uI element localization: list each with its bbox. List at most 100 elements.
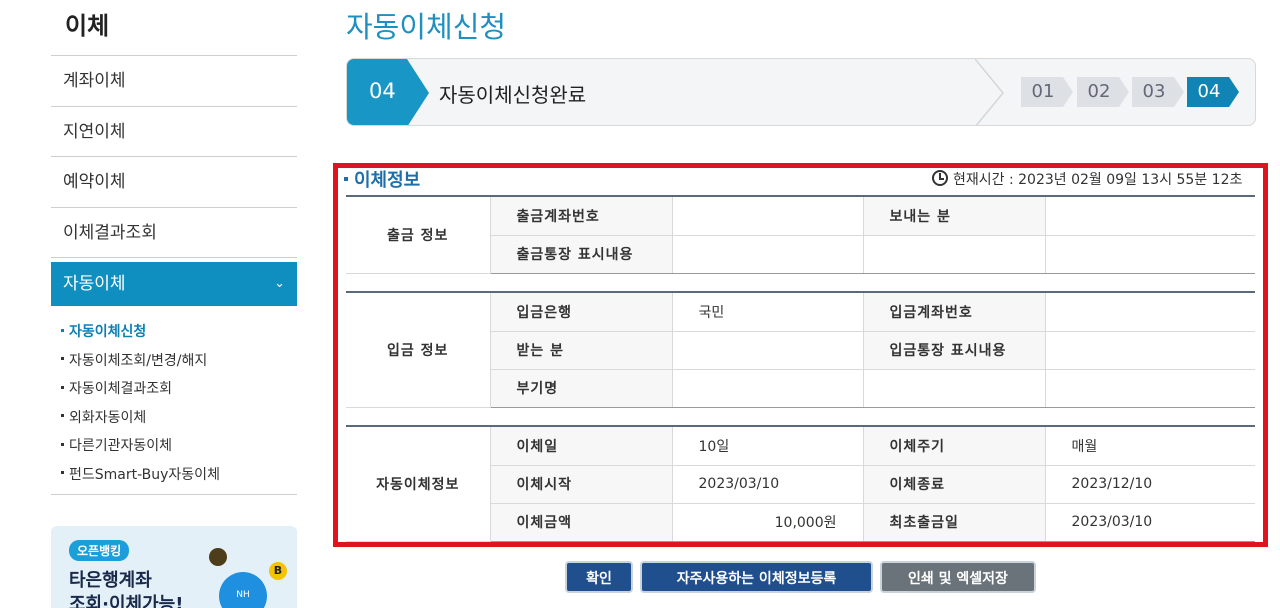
bullet-icon [344, 177, 348, 181]
withdraw-memo-label: 출금통장 표시내용 [490, 235, 673, 274]
sidebar-item-delayed-transfer[interactable]: 지연이체 [51, 107, 297, 157]
deposit-bank-label: 입금은행 [490, 293, 673, 332]
sidebar: 이체 계좌이체 지연이체 예약이체 이체결과조회 자동이체 ⌄ 자동이체신청 자… [51, 0, 297, 608]
clock-icon [932, 170, 948, 186]
transfer-end-value: 2023/12/10 [1045, 465, 1255, 504]
nh-logo-icon: NH [219, 572, 267, 608]
submenu-item-auto-transfer-apply[interactable]: 자동이체신청 [51, 318, 297, 347]
sender-value [1045, 197, 1255, 236]
sidebar-submenu: 자동이체신청 자동이체조회/변경/해지 자동이체결과조회 외화자동이체 다른기관… [51, 318, 297, 489]
withdraw-info-table: 출금 정보 출금계좌번호 보내는 분 출금통장 표시내용 [346, 197, 1255, 274]
current-time-text: 현재시간 : 2023년 02월 09일 13시 55분 12초 [953, 172, 1243, 188]
withdraw-group-label: 출금 정보 [346, 197, 491, 274]
confirm-button[interactable]: 확인 [565, 561, 633, 593]
deposit-account-value [1045, 293, 1255, 332]
current-time: 현재시간 : 2023년 02월 09일 13시 55분 12초 [932, 169, 1242, 189]
auto-transfer-info-table: 자동이체정보 이체일 10일 이체주기 매월 이체시작 2023/03/10 이… [346, 427, 1255, 542]
transfer-cycle-value: 매월 [1045, 427, 1255, 466]
table-row: 자동이체정보 이체일 10일 이체주기 매월 [346, 427, 1255, 542]
submenu-label: 외화자동이체 [69, 409, 147, 426]
transfer-day-label: 이체일 [490, 427, 673, 466]
step-indicator: 04 자동이체신청완료 01 02 03 04 [346, 58, 1256, 126]
step-chip-label: 04 [1197, 81, 1221, 102]
divider [51, 494, 297, 495]
deposit-memo-value [1045, 331, 1255, 370]
sender-label: 보내는 분 [863, 197, 1046, 236]
extra-name-label: 부기명 [490, 369, 673, 408]
submenu-label: 자동이체결과조회 [69, 381, 173, 397]
table-row: 입금 정보 입금은행 국민 입금계좌번호 [346, 293, 1255, 408]
step-chip-label: 03 [1142, 81, 1166, 102]
submenu-item-fx-auto-transfer[interactable]: 외화자동이체 [51, 404, 297, 433]
withdraw-account-value [672, 197, 864, 236]
empty-cell [1045, 369, 1255, 408]
extra-name-value [672, 369, 864, 408]
coin-icon [209, 548, 227, 566]
banner-badge: 오픈뱅킹 [69, 540, 130, 561]
sidebar-menu: 계좌이체 지연이체 예약이체 이체결과조회 자동이체 ⌄ [51, 56, 297, 306]
step-chip-04: 04 [1187, 77, 1239, 107]
transfer-amount-label: 이체금액 [490, 503, 673, 542]
transfer-amount-value: 10,000원 [672, 503, 864, 542]
bullet-icon [61, 414, 64, 417]
page-title: 자동이체신청 [346, 10, 507, 44]
coin-b-icon: B [269, 562, 287, 580]
sidebar-title: 이체 [65, 12, 110, 40]
step-separator-icon [975, 59, 1004, 125]
chevron-down-icon: ⌄ [274, 276, 285, 291]
transfer-start-value: 2023/03/10 [672, 465, 864, 504]
step-chip-label: 02 [1087, 81, 1111, 102]
receiver-label: 받는 분 [490, 331, 673, 370]
step-chip-label: 01 [1031, 81, 1055, 102]
transfer-day-value: 10일 [672, 427, 864, 466]
auto-group-label: 자동이체정보 [346, 427, 491, 542]
step-chip-02: 02 [1077, 77, 1129, 107]
bullet-icon [61, 442, 64, 446]
empty-cell [1045, 235, 1255, 274]
withdraw-account-label: 출금계좌번호 [490, 197, 673, 236]
withdraw-memo-value [672, 235, 864, 274]
deposit-info-table: 입금 정보 입금은행 국민 입금계좌번호 받는 분 입금통장 표시내용 부기명 [346, 293, 1255, 408]
step-chip-03: 03 [1132, 77, 1184, 107]
receiver-value [672, 331, 864, 370]
section-title-label: 이체정보 [354, 170, 421, 191]
deposit-bank-value: 국민 [672, 293, 864, 332]
bullet-icon [61, 385, 64, 389]
section-title: 이체정보 [344, 166, 420, 192]
transfer-cycle-label: 이체주기 [863, 427, 1046, 466]
deposit-memo-label: 입금통장 표시내용 [863, 331, 1046, 370]
deposit-account-label: 입금계좌번호 [863, 293, 1046, 332]
deposit-group-label: 입금 정보 [346, 293, 491, 408]
submenu-label: 자동이체조회/변경/해지 [69, 352, 208, 369]
bullet-icon [61, 357, 64, 360]
sidebar-item-scheduled-transfer[interactable]: 예약이체 [51, 157, 297, 208]
bullet-icon [61, 328, 64, 332]
current-step-number: 04 [369, 79, 396, 103]
submenu-item-auto-transfer-results[interactable]: 자동이체결과조회 [51, 375, 297, 404]
first-withdraw-value: 2023/03/10 [1045, 503, 1255, 542]
submenu-item-fund-smart-buy[interactable]: 펀드Smart-Buy자동이체 [51, 461, 297, 490]
submenu-item-auto-transfer-manage[interactable]: 자동이체조회/변경/해지 [51, 347, 297, 376]
transfer-start-label: 이체시작 [490, 465, 673, 504]
bullet-icon [61, 471, 64, 474]
sidebar-item-transfer-results[interactable]: 이체결과조회 [51, 208, 297, 258]
sidebar-item-account-transfer[interactable]: 계좌이체 [51, 56, 297, 107]
banner-headline: 타은행계좌 [69, 570, 152, 591]
banner-subheadline: 조회·이체가능! [69, 594, 184, 608]
current-step-label: 자동이체신청완료 [439, 83, 587, 107]
print-excel-button[interactable]: 인쇄 및 엑셀저장 [880, 561, 1036, 593]
nh-logo-text: NH [236, 590, 250, 600]
open-banking-banner[interactable]: 오픈뱅킹 타은행계좌 조회·이체가능! B NH [51, 526, 297, 608]
sidebar-item-label: 자동이체 [63, 274, 126, 294]
empty-cell [863, 235, 1046, 274]
submenu-item-other-institution[interactable]: 다른기관자동이체 [51, 432, 297, 461]
sidebar-item-auto-transfer[interactable]: 자동이체 ⌄ [51, 262, 297, 306]
submenu-label: 펀드Smart-Buy자동이체 [69, 466, 220, 483]
register-favorite-button[interactable]: 자주사용하는 이체정보등록 [640, 561, 873, 593]
first-withdraw-label: 최초출금일 [863, 503, 1046, 542]
step-chip-01: 01 [1021, 77, 1073, 107]
transfer-end-label: 이체종료 [863, 465, 1046, 504]
empty-cell [863, 369, 1046, 408]
table-row: 출금 정보 출금계좌번호 보내는 분 [346, 197, 1255, 274]
submenu-label: 자동이체신청 [69, 324, 147, 340]
